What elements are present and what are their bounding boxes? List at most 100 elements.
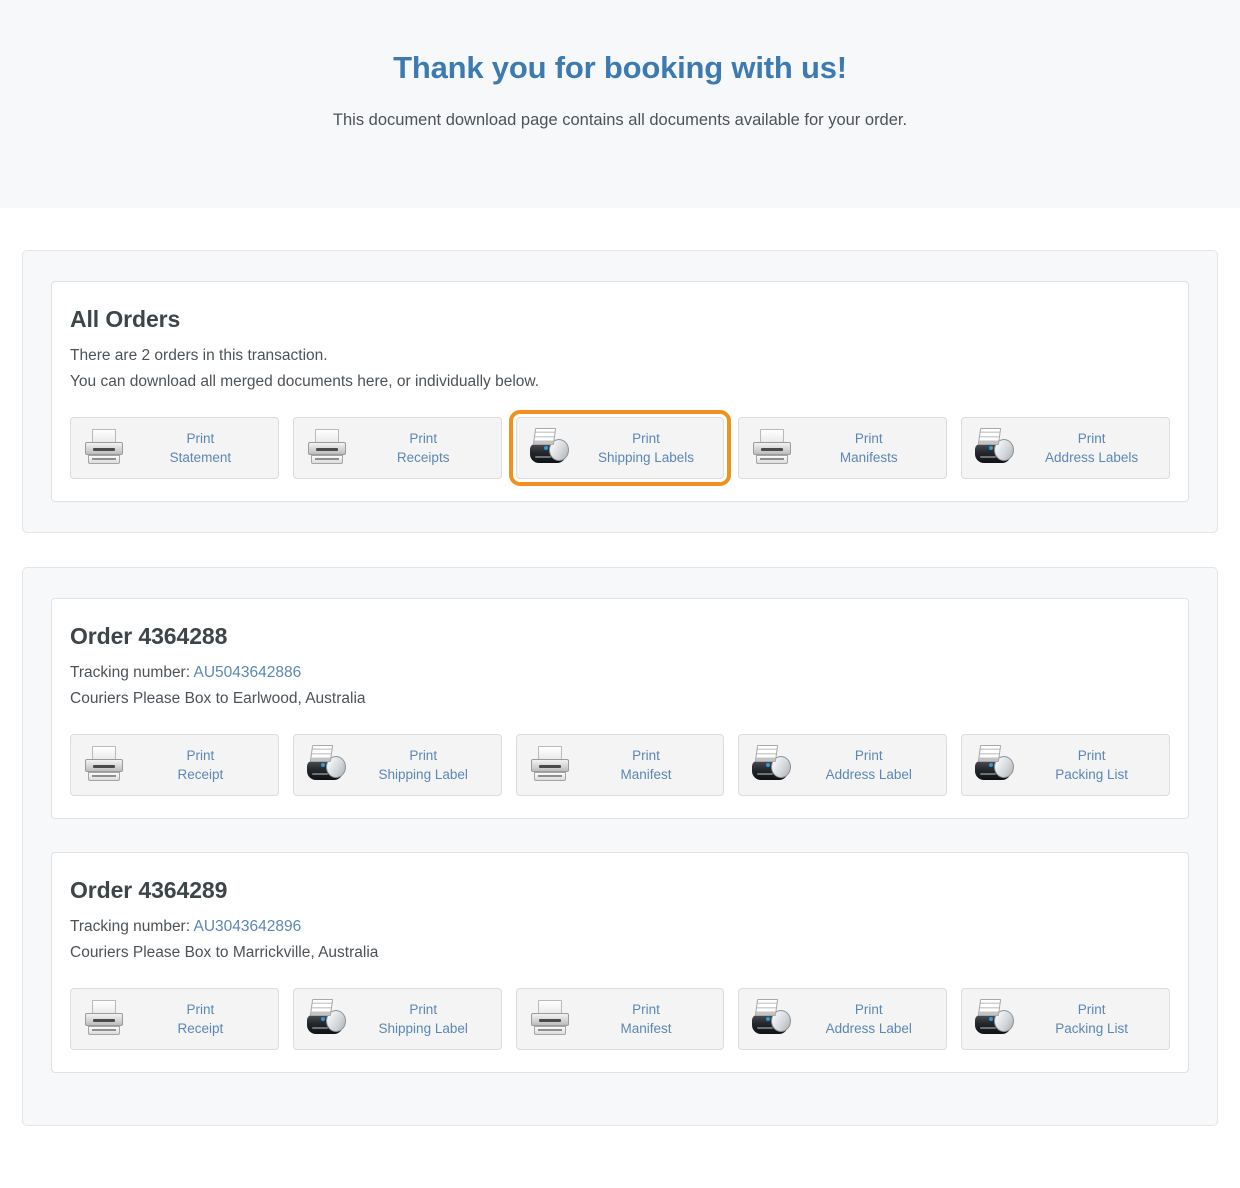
label-printer-icon xyxy=(527,427,573,469)
page-header-band: Thank you for booking with us! This docu… xyxy=(0,0,1240,208)
button-label-line2: Receipt xyxy=(177,1021,224,1036)
order-button-row: Print Receipt Print Shipping Label Print Mani… xyxy=(70,988,1170,1050)
print-address-label-button[interactable]: Print Address Label xyxy=(738,734,948,796)
print-receipt-button[interactable]: Print Receipt xyxy=(70,988,279,1050)
label-printer-icon xyxy=(304,998,350,1040)
button-label-line1: Print xyxy=(186,431,215,446)
button-label-line2: Receipt xyxy=(177,767,224,782)
button-label-line2: Address Label xyxy=(825,1021,912,1036)
print-address-labels-button[interactable]: Print Address Labels xyxy=(961,417,1170,479)
button-label-line1: Print xyxy=(1077,1002,1106,1017)
printer-icon xyxy=(527,998,573,1040)
order-title: Order 4364289 xyxy=(70,877,228,903)
button-label-line2: Manifest xyxy=(620,767,672,782)
order-title: Order 4364288 xyxy=(70,623,228,649)
button-label-line2: Packing List xyxy=(1055,1021,1128,1036)
button-label-line2: Manifest xyxy=(620,1021,672,1036)
print-address-label-button[interactable]: Print Address Label xyxy=(738,988,948,1050)
button-label-line2: Statement xyxy=(169,450,232,465)
button-label: Print Shipping Labels xyxy=(575,429,718,467)
button-label-line1: Print xyxy=(409,1002,438,1017)
button-label: Print Receipt xyxy=(129,746,272,784)
order-card: Order 4364289 Tracking number: AU30436428… xyxy=(51,852,1189,1073)
label-printer-icon xyxy=(972,998,1018,1040)
print-packing-list-button[interactable]: Print Packing List xyxy=(961,988,1170,1050)
label-printer-icon xyxy=(749,998,795,1040)
label-printer-icon xyxy=(972,744,1018,786)
printer-icon xyxy=(81,427,127,469)
button-label-line1: Print xyxy=(1077,431,1106,446)
button-label-line1: Print xyxy=(186,1002,215,1017)
button-label-line2: Address Label xyxy=(825,767,912,782)
print-manifest-button[interactable]: Print Manifest xyxy=(515,988,725,1050)
button-label: Print Receipts xyxy=(352,429,495,467)
order-tracking-line: Tracking number: AU3043642896 xyxy=(70,914,1170,940)
button-label-line2: Receipts xyxy=(396,450,450,465)
button-label-line1: Print xyxy=(409,748,438,763)
button-label: Print Shipping Label xyxy=(352,746,495,784)
button-label: Print Shipping Label xyxy=(352,1000,495,1038)
document-download-page: Thank you for booking with us! This docu… xyxy=(0,0,1240,1188)
label-printer-icon xyxy=(304,744,350,786)
label-printer-icon xyxy=(972,427,1018,469)
order-shipping-line: Couriers Please Box to Earlwood, Austral… xyxy=(70,690,366,707)
button-label-line1: Print xyxy=(854,431,883,446)
button-label: Print Manifest xyxy=(575,1000,718,1038)
order-card: Order 4364288 Tracking number: AU50436428… xyxy=(51,598,1189,819)
print-receipts-button[interactable]: Print Receipts xyxy=(292,417,502,479)
all-orders-title: All Orders xyxy=(70,306,181,332)
order-button-row: Print Receipt Print Shipping Label Print Mani… xyxy=(70,734,1170,796)
all-orders-button-row: Print Statement Print Receipts Print Shipping… xyxy=(70,410,1170,486)
button-label-line2: Shipping Labels xyxy=(597,450,695,465)
button-label: Print Manifests xyxy=(797,429,940,467)
page-subtitle: This document download page contains all… xyxy=(332,111,908,129)
all-orders-help-text: You can download all merged documents he… xyxy=(70,373,540,390)
page-title: Thank you for booking with us! xyxy=(393,50,847,85)
button-label-line2: Packing List xyxy=(1055,767,1128,782)
printer-icon xyxy=(304,427,350,469)
button-label-line1: Print xyxy=(409,431,438,446)
individual-orders-panel: Order 4364288 Tracking number: AU50436428… xyxy=(22,567,1218,1126)
button-label: Print Address Label xyxy=(797,1000,940,1038)
button-label-line1: Print xyxy=(186,748,215,763)
print-manifest-button[interactable]: Print Manifest xyxy=(515,734,725,796)
printer-icon xyxy=(527,744,573,786)
tracking-number-link[interactable]: AU3043642896 xyxy=(193,918,301,935)
button-label-line1: Print xyxy=(632,748,660,763)
button-label-line2: Address Labels xyxy=(1045,450,1139,465)
button-label: Print Manifest xyxy=(575,746,718,784)
button-label: Print Packing List xyxy=(1020,746,1163,784)
printer-icon xyxy=(81,998,127,1040)
tracking-number-link[interactable]: AU5043642886 xyxy=(193,664,301,681)
button-label-line2: Shipping Label xyxy=(378,1021,468,1036)
button-label-line1: Print xyxy=(1077,748,1106,763)
button-label-line1: Print xyxy=(632,431,660,446)
tracking-label: Tracking number: xyxy=(70,918,191,935)
tracking-label: Tracking number: xyxy=(70,664,191,681)
button-label-line2: Manifests xyxy=(839,450,898,465)
order-shipping-line: Couriers Please Box to Marrickville, Aus… xyxy=(70,944,379,961)
print-manifests-button[interactable]: Print Manifests xyxy=(738,417,948,479)
button-label: Print Address Label xyxy=(797,746,940,784)
print-receipt-button[interactable]: Print Receipt xyxy=(70,734,279,796)
button-label: Print Statement xyxy=(129,429,272,467)
print-shipping-labels-button[interactable]: Print Shipping Labels xyxy=(508,410,732,486)
print-packing-list-button[interactable]: Print Packing List xyxy=(961,734,1170,796)
all-orders-panel: All Orders There are 2 orders in this tr… xyxy=(22,250,1218,533)
all-orders-card: All Orders There are 2 orders in this tr… xyxy=(51,281,1189,502)
button-label-line1: Print xyxy=(632,1002,660,1017)
button-label: Print Address Labels xyxy=(1020,429,1163,467)
label-printer-icon xyxy=(749,744,795,786)
print-statement-button[interactable]: Print Statement xyxy=(70,417,279,479)
button-label: Print Packing List xyxy=(1020,1000,1163,1038)
button-label: Print Receipt xyxy=(129,1000,272,1038)
button-label-line1: Print xyxy=(854,748,883,763)
print-shipping-label-button[interactable]: Print Shipping Label xyxy=(292,988,502,1050)
all-orders-count-text: There are 2 orders in this transaction. xyxy=(70,347,328,364)
print-shipping-label-button[interactable]: Print Shipping Label xyxy=(292,734,502,796)
printer-icon xyxy=(81,744,127,786)
button-label-line2: Shipping Label xyxy=(378,767,468,782)
button-label-line1: Print xyxy=(854,1002,883,1017)
order-tracking-line: Tracking number: AU5043642886 xyxy=(70,660,1170,686)
printer-icon xyxy=(749,427,795,469)
